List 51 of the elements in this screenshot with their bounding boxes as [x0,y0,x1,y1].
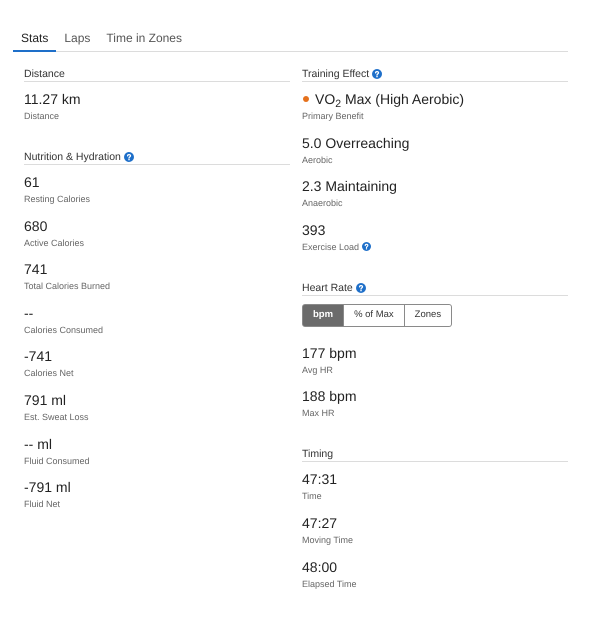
tab[interactable]: Laps [56,30,98,52]
section-title: Timing [302,447,334,462]
stat-value: 741 [24,260,48,278]
stat-value: 393 [302,220,326,239]
stat-value: -- [24,304,34,322]
help-icon[interactable] [124,152,134,162]
stat-value: VO$_{2}$ Max (High Aerobic) [315,90,464,108]
stat-value: 11.27 km [24,90,81,108]
stat-value: -741 [24,347,52,366]
stat-label: Time [302,490,322,502]
tab[interactable]: Stats [13,30,56,52]
section-title: Nutrition & Hydration [24,150,121,164]
stat-label: Est. Sweat Loss [24,410,89,423]
stat-value: -791 ml [24,478,71,496]
stat-value: 2.3 Maintaining [302,177,397,196]
stat-label: Exercise Load [302,240,360,253]
stat-label: Resting Calories [24,193,90,205]
stat-label: Avg HR [302,364,333,376]
stat-value: 177 bpm [302,344,356,362]
tab[interactable]: Time in Zones [98,30,190,52]
help-icon[interactable] [372,69,382,79]
stat-label: Fluid Net [24,498,60,510]
stat-label: Total Calories Burned [24,280,110,292]
help-icon[interactable] [362,242,372,252]
stat-value: 61 [24,173,40,191]
stat-value: 48:00 [302,558,338,576]
stat-label: Anaerobic [302,197,343,210]
stat-label: Aerobic [302,154,333,166]
stat-value: -- ml [24,434,52,453]
stat-value: 47:27 [302,514,338,532]
stat-label: Elapsed Time [302,578,357,590]
stat-label: Moving Time [302,534,354,546]
help-icon[interactable] [356,282,366,293]
stat-value: 47:31 [302,470,338,488]
section-title: Distance [24,67,65,81]
stat-value: 680 [24,216,48,235]
stat-label: Fluid Consumed [24,454,90,467]
stat-label: Calories Consumed [24,324,104,336]
stat-value: 5.0 Overreaching [302,134,410,152]
stat-label: Max HR [302,407,335,420]
stat-label: Active Calories [24,236,84,249]
stat-value: 791 ml [24,390,66,409]
segment-button[interactable]: bpm [302,304,344,327]
segment-button[interactable]: Zones [404,304,452,327]
stat-label: Primary Benefit [302,110,364,122]
section-title: Heart Rate [302,280,353,295]
section-title: Training Effect [302,67,370,81]
stat-label: Calories Net [24,367,74,380]
stat-value: 188 bpm [302,387,356,406]
segment-button[interactable]: % of Max [344,304,405,327]
stat-label: Distance [24,110,60,122]
